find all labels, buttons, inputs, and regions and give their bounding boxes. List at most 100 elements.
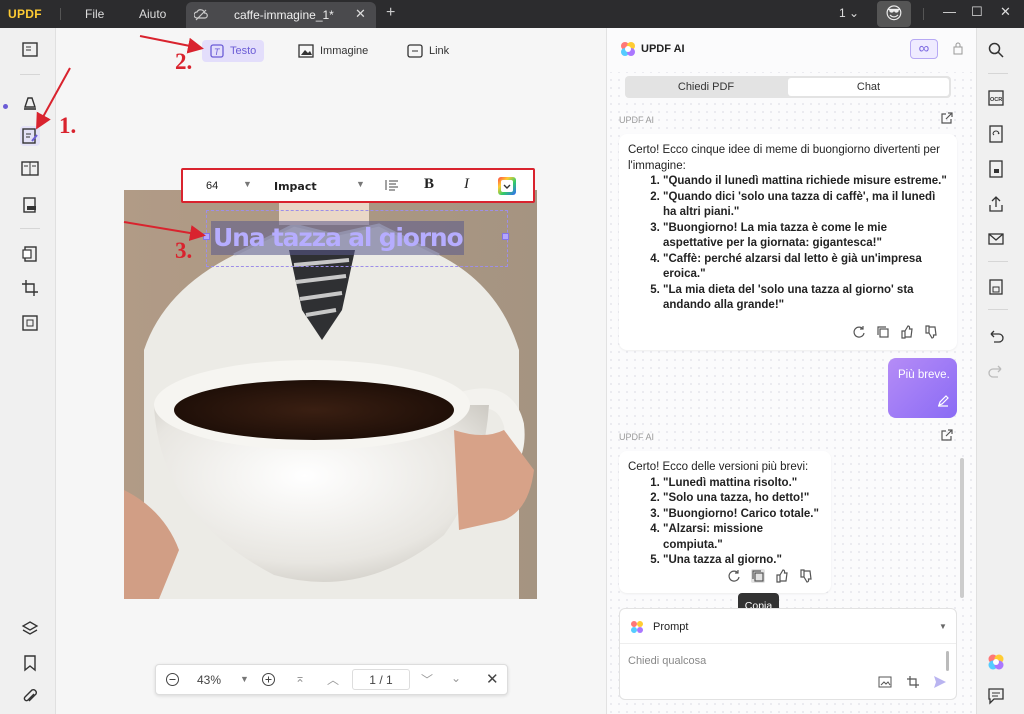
font-chevron-icon[interactable]: ▼: [356, 179, 365, 189]
page-number-input[interactable]: 1 / 1: [352, 669, 410, 690]
right-toolbar: OCR: [976, 28, 1024, 714]
compress-icon[interactable]: [20, 313, 40, 333]
undo-icon[interactable]: [987, 327, 1005, 345]
link-tool-button[interactable]: Link: [399, 40, 457, 62]
email-icon[interactable]: [987, 230, 1005, 248]
user-avatar[interactable]: 😎: [877, 1, 911, 27]
prompt-dropdown[interactable]: Prompt: [653, 621, 688, 633]
attachment-icon[interactable]: [20, 687, 40, 707]
menu-file[interactable]: File: [85, 7, 104, 21]
zoom-in-icon[interactable]: [261, 672, 276, 687]
menu-aiuto[interactable]: Aiuto: [139, 7, 166, 21]
list-item: "Buongiorno! Carico totale.": [663, 507, 822, 523]
thumbs-down-icon: [925, 325, 937, 339]
updf-ai-logo-icon: [620, 41, 636, 57]
maximize-icon[interactable]: ☐: [971, 4, 983, 20]
next-page-icon[interactable]: ﹀: [421, 671, 433, 688]
annotation-step-3: 3.: [175, 238, 193, 263]
lock-icon[interactable]: [952, 41, 964, 55]
app-logo: UPDF: [8, 7, 42, 21]
redo-icon[interactable]: [987, 362, 1005, 380]
resize-handle-right[interactable]: [502, 233, 509, 240]
protect-icon[interactable]: [987, 160, 1005, 178]
send-icon[interactable]: [933, 675, 947, 689]
zoom-out-icon[interactable]: [165, 672, 180, 687]
new-tab-button[interactable]: +: [386, 4, 395, 22]
image-tool-button[interactable]: Immagine: [290, 40, 376, 62]
search-icon[interactable]: [987, 41, 1005, 59]
edit-message-icon[interactable]: [937, 395, 949, 407]
last-page-icon[interactable]: ⌄: [451, 671, 461, 685]
title-bar: UPDF File Aiuto caffe-immagine_1* ✕ + 1 …: [0, 0, 1024, 28]
list-item: "La mia dieta del 'solo una tazza al gio…: [663, 283, 948, 314]
response-2-actions: [727, 569, 813, 583]
convert-pdf-icon[interactable]: [987, 125, 1005, 143]
text-tool-button[interactable]: T Testo: [202, 40, 265, 62]
regenerate-icon: [728, 570, 740, 582]
screenshot-crop-icon[interactable]: [906, 675, 920, 689]
color-picker-icon[interactable]: [497, 176, 517, 196]
highlighter-icon[interactable]: [20, 92, 40, 112]
layers-icon[interactable]: [20, 619, 40, 639]
zoom-bar: 43% ▼ ⌅ ︿ 1 / 1 ﹀ ⌄ ✕: [155, 664, 508, 695]
organize-pages-icon[interactable]: [20, 159, 40, 179]
close-zoom-bar-icon[interactable]: ✕: [486, 670, 499, 688]
edit-pdf-icon[interactable]: [20, 126, 40, 146]
updf-ai-icon[interactable]: [987, 653, 1005, 671]
tab-chat[interactable]: Chat: [788, 78, 949, 96]
font-family-dropdown[interactable]: Impact: [274, 180, 317, 193]
list-item: "Buongiorno! La mia tazza è come le mie …: [663, 221, 948, 252]
document-tab-title: caffe-immagine_1*: [234, 8, 334, 22]
svg-text:T: T: [214, 47, 221, 57]
infinity-badge[interactable]: ∞: [910, 39, 938, 59]
size-chevron-icon[interactable]: ▼: [243, 179, 252, 189]
crop-icon[interactable]: [20, 278, 40, 298]
prompt-chevron-icon[interactable]: ▼: [939, 622, 947, 631]
text-tool-icon: T: [210, 44, 224, 58]
close-tab-icon[interactable]: ✕: [355, 6, 366, 22]
copy-icon: [877, 326, 889, 338]
convert-icon[interactable]: [20, 244, 40, 264]
align-icon[interactable]: [385, 178, 399, 192]
list-item: "Alzarsi: missione compiuta.": [663, 522, 822, 553]
image-icon: [298, 44, 314, 58]
tab-chiedi-pdf[interactable]: Chiedi PDF: [627, 78, 785, 96]
user-message: Più breve.: [888, 358, 957, 418]
user-message-text: Più breve.: [898, 369, 950, 381]
ai-mode-switch: Chiedi PDF Chat: [625, 76, 951, 98]
first-page-icon[interactable]: ⌅: [295, 671, 305, 685]
reader-icon[interactable]: [20, 40, 40, 60]
list-item: "Solo una tazza, ho detto!": [663, 491, 822, 507]
share-icon[interactable]: [987, 195, 1005, 213]
save-icon[interactable]: [987, 278, 1005, 296]
prev-page-icon[interactable]: ︿: [327, 671, 339, 688]
chat-input[interactable]: Chiedi qualcosa: [628, 655, 706, 667]
resize-handle-left[interactable]: [203, 233, 210, 240]
bold-button[interactable]: B: [424, 176, 434, 193]
comment-icon[interactable]: [987, 687, 1005, 705]
selected-text[interactable]: Una tazza al giorno: [211, 221, 465, 255]
italic-button[interactable]: I: [464, 176, 469, 193]
list-item: "Lunedì mattina risolto.": [663, 476, 822, 492]
ai-panel: UPDF AI ∞ Chiedi PDF Chat UPDF AI Certo!…: [606, 28, 977, 714]
close-window-icon[interactable]: ✕: [1000, 4, 1011, 20]
bookmark-icon[interactable]: [20, 653, 40, 673]
list-item: "Caffè: perché alzarsi dal letto è già u…: [663, 252, 948, 283]
external-link-icon-2[interactable]: [940, 429, 953, 442]
input-scrollbar[interactable]: [946, 651, 949, 671]
form-icon[interactable]: [20, 195, 40, 215]
chat-scrollbar[interactable]: [960, 458, 964, 598]
font-size-dropdown[interactable]: 64: [206, 180, 218, 192]
document-tab[interactable]: caffe-immagine_1* ✕: [186, 2, 376, 28]
window-count-dropdown[interactable]: 1 ⌄: [839, 6, 859, 20]
external-link-icon[interactable]: [940, 112, 953, 125]
minimize-icon[interactable]: —: [943, 4, 956, 19]
zoom-chevron-icon[interactable]: ▼: [240, 674, 249, 684]
thumbs-up-icon: [901, 325, 913, 339]
ai-response-2: Certo! Ecco delle versioni più brevi: "L…: [619, 451, 831, 593]
copy-icon: [751, 569, 765, 583]
zoom-level[interactable]: 43%: [197, 673, 221, 687]
ocr-icon[interactable]: OCR: [987, 89, 1005, 107]
image-upload-icon[interactable]: [878, 676, 892, 688]
list-item: "Una tazza al giorno.": [663, 553, 822, 569]
